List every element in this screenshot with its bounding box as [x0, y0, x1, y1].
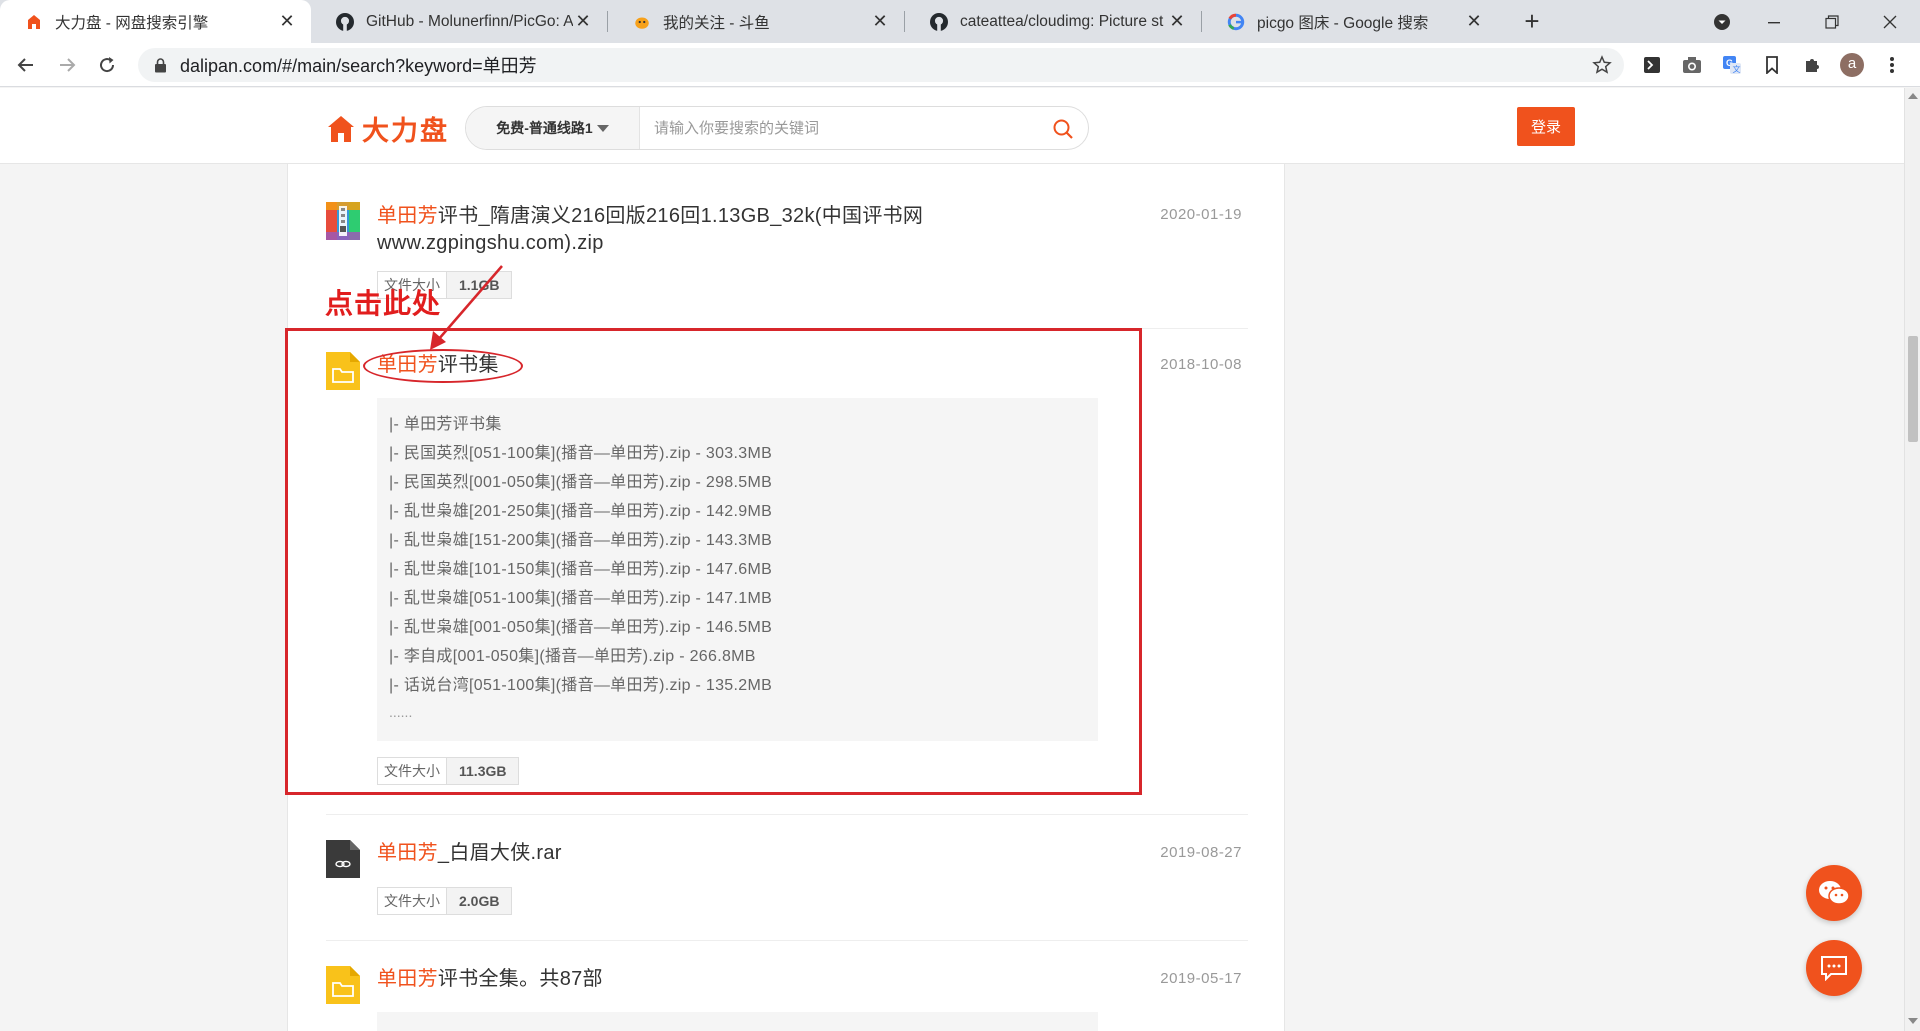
close-icon[interactable]: ✕: [573, 11, 593, 32]
scroll-up-icon[interactable]: [1908, 93, 1918, 99]
result-title[interactable]: 单田芳评书_隋唐演义216回版216回1.13GB_32k(中国评书网www.z…: [377, 203, 1112, 257]
tab-title: 我的关注 - 斗鱼: [663, 14, 770, 32]
browser-tab-bar: 大力盘 - 网盘搜索引擎 ✕ GitHub - Molunerfinn/PicG…: [0, 0, 1920, 43]
lock-icon[interactable]: [152, 57, 168, 73]
close-icon[interactable]: ✕: [1464, 11, 1484, 32]
result-date: 2019-05-17: [1160, 970, 1242, 987]
site-header: 大力盘 免费-普通线路1 登录: [0, 88, 1904, 164]
profile-avatar[interactable]: a: [1840, 53, 1864, 77]
dalipan-icon: [24, 12, 43, 31]
bookmark-icon[interactable]: [1760, 53, 1784, 77]
search-box: 免费-普通线路1: [465, 106, 1089, 150]
github-icon: [335, 12, 354, 31]
search-input[interactable]: [654, 119, 1034, 137]
forward-icon[interactable]: [51, 49, 83, 81]
tab-title: cateattea/cloudimg: Picture st: [960, 12, 1164, 30]
scroll-thumb[interactable]: [1908, 336, 1918, 442]
extension-terminal-icon[interactable]: [1640, 53, 1664, 77]
route-label: 免费-普通线路1: [496, 120, 593, 136]
minimize-icon[interactable]: [1758, 6, 1790, 38]
keyword-highlight: 单田芳: [377, 842, 438, 864]
size-badge: 文件大小 2.0GB: [377, 887, 513, 915]
tab-title: 大力盘 - 网盘搜索引擎: [55, 14, 209, 32]
tab-dalipan[interactable]: 大力盘 - 网盘搜索引擎 ✕: [0, 0, 311, 43]
chat-bubble-icon: [1821, 956, 1847, 981]
window-close-icon[interactable]: [1874, 6, 1906, 38]
result-title[interactable]: 单田芳评书全集。共87部: [377, 966, 1112, 993]
tab-github-picgo[interactable]: GitHub - Molunerfinn/PicGo: A ✕: [311, 0, 607, 43]
tab-douyu[interactable]: 我的关注 - 斗鱼 ✕: [608, 0, 904, 43]
folder-icon: [326, 966, 360, 1004]
close-icon[interactable]: ✕: [870, 11, 890, 32]
close-icon[interactable]: ✕: [277, 11, 297, 32]
tab-title: picgo 图床 - Google 搜索: [1257, 14, 1429, 32]
title-text: 评书_隋唐演义216回版216回1.13GB_32k(中国评书网www.zgpi…: [377, 205, 924, 254]
github-icon: [929, 12, 948, 31]
result-date: 2020-01-19: [1160, 206, 1242, 223]
wechat-button[interactable]: [1806, 865, 1862, 921]
search-icon[interactable]: [1052, 118, 1074, 140]
reload-icon[interactable]: [91, 49, 123, 81]
restore-icon[interactable]: [1816, 6, 1848, 38]
extensions-puzzle-icon[interactable]: [1800, 53, 1824, 77]
wechat-icon: [1819, 881, 1850, 905]
annotation-box: [285, 328, 1142, 795]
size-label: 文件大小: [378, 888, 447, 914]
chat-button[interactable]: [1806, 940, 1862, 996]
page-scrollbar[interactable]: [1904, 88, 1920, 1031]
tab-github-cloudimg[interactable]: cateattea/cloudimg: Picture st ✕: [905, 0, 1201, 43]
bookmark-star-icon[interactable]: [1592, 55, 1612, 75]
keyword-highlight: 单田芳: [377, 205, 438, 227]
menu-kebab-icon[interactable]: [1880, 53, 1904, 77]
back-icon[interactable]: [10, 49, 42, 81]
scroll-down-icon[interactable]: [1908, 1018, 1918, 1024]
address-bar[interactable]: dalipan.com/#/main/search?keyword=单田芳: [138, 48, 1624, 82]
close-icon[interactable]: ✕: [1167, 11, 1187, 32]
url-text[interactable]: dalipan.com/#/main/search?keyword=单田芳: [180, 52, 537, 78]
chevron-down-icon: [596, 124, 609, 132]
site-logo[interactable]: 大力盘: [326, 109, 449, 148]
size-value: 1.1GB: [447, 272, 512, 298]
tab-search-icon[interactable]: [1706, 6, 1738, 38]
new-tab-button[interactable]: +: [1518, 8, 1546, 36]
title-text: 评书全集。共87部: [437, 968, 603, 990]
size-value: 2.0GB: [447, 888, 512, 914]
annotation-text: 点击此处: [325, 288, 442, 319]
douyu-icon: [632, 12, 651, 31]
tab-title: GitHub - Molunerfinn/PicGo: A: [366, 12, 573, 30]
file-list: [377, 1012, 1098, 1031]
login-button[interactable]: 登录: [1517, 107, 1575, 146]
divider: [326, 940, 1248, 941]
rar-file-icon: [326, 840, 360, 878]
browser-toolbar: dalipan.com/#/main/search?keyword=单田芳 G文…: [0, 43, 1920, 87]
zip-icon: [326, 202, 360, 240]
logo-house-icon: [328, 115, 354, 142]
camera-icon[interactable]: [1680, 53, 1704, 77]
route-select[interactable]: 免费-普通线路1: [466, 107, 640, 149]
title-text: _白眉大侠.rar: [437, 842, 562, 864]
annotation-ellipse: [363, 349, 523, 383]
result-date: 2019-08-27: [1160, 844, 1242, 861]
google-icon: [1226, 12, 1245, 31]
divider: [326, 814, 1248, 815]
translate-icon[interactable]: G文: [1720, 53, 1744, 77]
logo-text: 大力盘: [362, 116, 449, 146]
keyword-highlight: 单田芳: [377, 968, 438, 990]
profile-initial: a: [1847, 55, 1857, 72]
tab-google-search[interactable]: picgo 图床 - Google 搜索 ✕: [1202, 0, 1498, 43]
result-title[interactable]: 单田芳_白眉大侠.rar: [377, 840, 1112, 867]
svg-text:文: 文: [1733, 64, 1741, 74]
